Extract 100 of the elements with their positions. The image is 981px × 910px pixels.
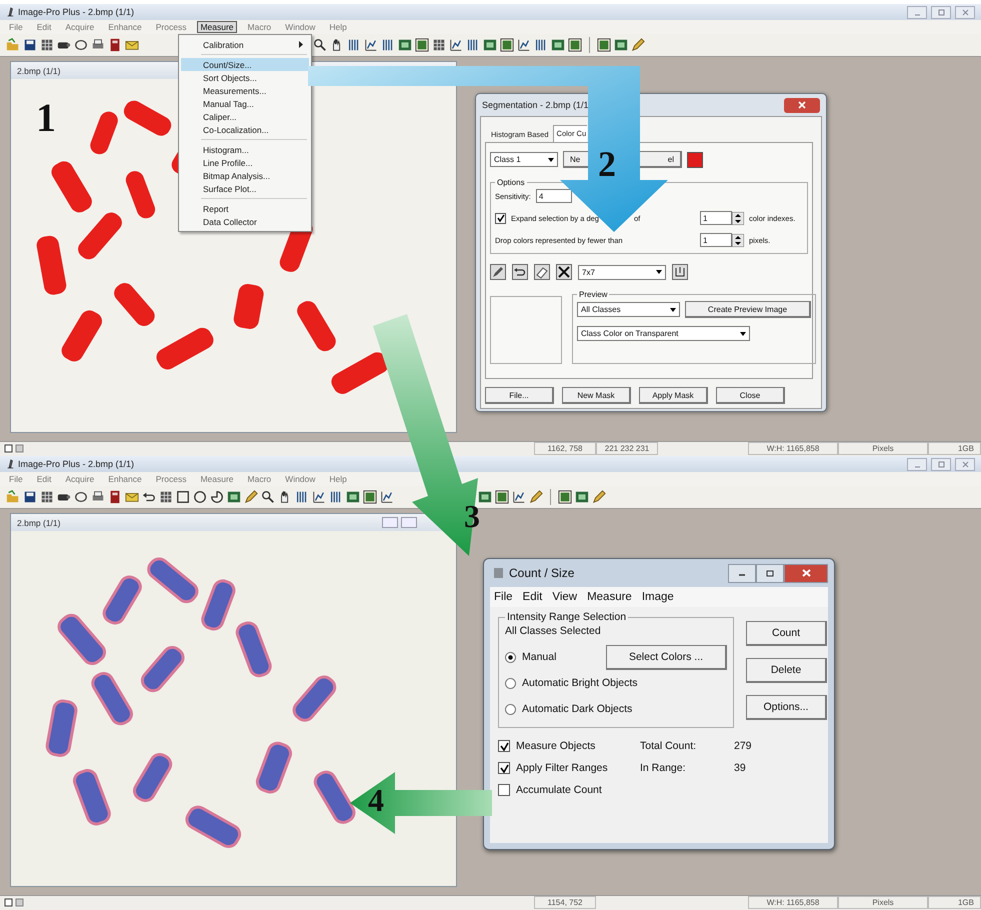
chart-icon[interactable] <box>512 490 526 504</box>
menu-item[interactable]: Window <box>282 21 318 33</box>
classes-select[interactable]: All Classes <box>577 302 680 317</box>
pie-icon[interactable] <box>210 490 224 504</box>
close-button[interactable] <box>784 98 820 112</box>
close-icon[interactable] <box>556 264 572 280</box>
menu-item[interactable]: Macro <box>244 473 274 485</box>
book-icon[interactable] <box>108 490 122 504</box>
menu-item[interactable]: Data Collector <box>181 215 309 228</box>
bars-icon[interactable] <box>295 490 309 504</box>
menu-item[interactable]: Co-Localization... <box>181 123 309 136</box>
radio-button[interactable] <box>505 678 516 688</box>
pencil-icon[interactable] <box>490 264 506 280</box>
menu-item[interactable]: Report <box>181 202 309 215</box>
save-icon[interactable] <box>23 490 37 504</box>
bars-icon[interactable] <box>534 38 548 52</box>
chart-icon[interactable] <box>364 38 378 52</box>
menu-item[interactable]: File <box>494 591 513 603</box>
menu-item[interactable]: Measure <box>587 591 632 603</box>
bars-icon[interactable] <box>381 38 395 52</box>
pencil-icon[interactable] <box>631 38 645 52</box>
dialog-button[interactable]: New Mask <box>562 387 631 404</box>
dialog-button[interactable]: File... <box>485 387 554 404</box>
bars-icon[interactable] <box>466 38 480 52</box>
menu-item[interactable]: Enhance <box>105 21 145 33</box>
menu-item[interactable]: Process <box>152 21 190 33</box>
menu-item[interactable]: Help <box>326 21 350 33</box>
pencil-icon[interactable] <box>592 490 606 504</box>
brush-size-select[interactable]: 7x7 <box>578 264 666 280</box>
menu-item[interactable]: Enhance <box>105 473 145 485</box>
menu-item[interactable]: Calibration <box>181 38 309 51</box>
menu-item[interactable]: Edit <box>34 473 54 485</box>
dialog-button[interactable]: Options... <box>746 695 827 720</box>
checkbox[interactable] <box>495 212 506 224</box>
dialog-button[interactable]: Close <box>716 387 785 404</box>
create-preview-button[interactable]: Create Preview Image <box>685 301 811 318</box>
menu-item[interactable]: Caliper... <box>181 110 309 123</box>
menu-item[interactable]: Edit <box>522 591 542 603</box>
menu-item[interactable]: Process <box>152 473 190 485</box>
spin-field[interactable]: 1 <box>700 233 732 247</box>
menu-item[interactable]: Line Profile... <box>181 156 309 169</box>
checkbox[interactable] <box>498 762 510 774</box>
undo-icon[interactable] <box>512 264 528 280</box>
menu-item[interactable]: Histogram... <box>181 143 309 156</box>
chart-icon[interactable] <box>380 490 394 504</box>
spin-field[interactable]: 1 <box>700 211 732 225</box>
bars-icon[interactable] <box>347 38 361 52</box>
class-select[interactable]: Class 1 <box>490 152 558 167</box>
menu-item[interactable]: File <box>6 21 26 33</box>
menu-item[interactable]: Manual Tag... <box>181 97 309 110</box>
grid-icon[interactable] <box>432 38 446 52</box>
menu-item[interactable]: Acquire <box>62 21 98 33</box>
dialog-button[interactable]: Delete <box>746 658 827 683</box>
menu-item[interactable]: Help <box>326 473 350 485</box>
eraser-icon[interactable] <box>534 264 550 280</box>
radio-button[interactable] <box>505 704 516 714</box>
bars-icon[interactable] <box>329 490 343 504</box>
search-icon[interactable] <box>313 38 327 52</box>
menu-item[interactable]: Measure <box>197 473 237 485</box>
undo-icon[interactable] <box>142 490 156 504</box>
menu-item[interactable]: Acquire <box>62 473 98 485</box>
folder-icon[interactable] <box>6 490 20 504</box>
radio-button[interactable] <box>505 652 516 662</box>
folder-icon[interactable] <box>6 38 20 52</box>
dialog-button[interactable]: Count <box>746 621 827 646</box>
sensitivity-field[interactable]: 4 <box>536 189 572 203</box>
grid-icon[interactable] <box>40 490 54 504</box>
chart-icon[interactable] <box>312 490 326 504</box>
search-icon[interactable] <box>261 490 275 504</box>
menu-item[interactable]: Edit <box>34 21 54 33</box>
select-colors-button[interactable]: Select Colors ... <box>606 644 727 670</box>
checkbox[interactable] <box>498 784 510 796</box>
maximize-button[interactable] <box>756 564 784 582</box>
menu-item[interactable]: Count/Size... <box>181 58 309 71</box>
checkbox[interactable] <box>498 740 510 752</box>
grid-icon[interactable] <box>159 490 173 504</box>
menu-item[interactable]: View <box>552 591 578 603</box>
menu-item[interactable]: Measure <box>197 21 237 33</box>
menu-item[interactable]: Sort Objects... <box>181 71 309 84</box>
dialog-button[interactable]: Apply Mask <box>639 387 708 404</box>
mode-select[interactable]: Class Color on Transparent <box>577 326 750 341</box>
spinner-icon[interactable] <box>732 212 744 224</box>
envelope-icon[interactable] <box>125 38 139 52</box>
color-swatch[interactable] <box>687 152 703 168</box>
spinner-icon[interactable] <box>732 234 744 246</box>
pencil-icon[interactable] <box>244 490 258 504</box>
close-button[interactable] <box>784 564 828 582</box>
save-icon[interactable] <box>23 38 37 52</box>
grid-icon[interactable] <box>40 38 54 52</box>
circle-icon[interactable] <box>193 490 207 504</box>
square-icon[interactable] <box>176 490 190 504</box>
envelope-icon[interactable] <box>125 490 139 504</box>
menu-item[interactable]: Bitmap Analysis... <box>181 169 309 182</box>
menu-item[interactable]: Measurements... <box>181 84 309 97</box>
menu-item[interactable]: Window <box>282 473 318 485</box>
chart-icon[interactable] <box>517 38 531 52</box>
chart-icon[interactable] <box>449 38 463 52</box>
menu-item[interactable]: Surface Plot... <box>181 182 309 195</box>
menu-item[interactable]: Macro <box>244 21 274 33</box>
menu-item[interactable]: Image <box>642 591 674 603</box>
